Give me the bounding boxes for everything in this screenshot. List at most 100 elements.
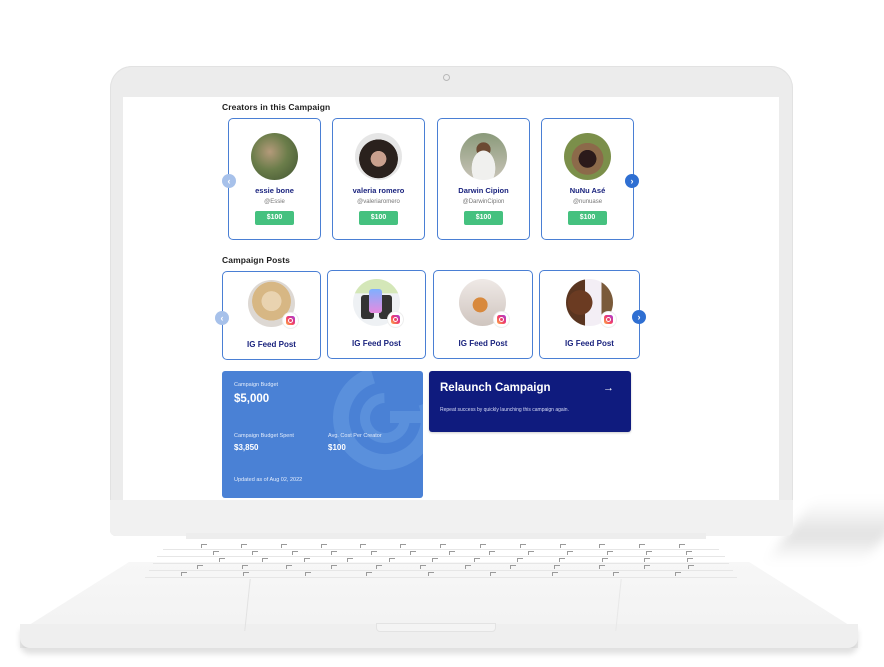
budget-spent-label: Campaign Budget Spent [234,433,294,439]
key [644,558,650,562]
key [599,565,605,569]
relaunch-campaign-button[interactable]: Relaunch Campaign → Repeat success by qu… [429,371,631,432]
key [261,558,268,562]
creators-next-button[interactable]: › [625,174,639,188]
creator-price-button[interactable]: $100 [255,211,294,225]
creator-price-button[interactable]: $100 [359,211,398,225]
key [488,551,495,555]
keyboard-row [145,570,737,578]
creator-name: essie bone [255,186,294,195]
arrow-right-icon: → [603,382,614,394]
key [409,551,416,555]
key [360,544,367,548]
key [643,565,650,569]
key [197,565,203,569]
creator-avatar [355,133,402,180]
budget-spent-value: $3,850 [234,443,259,452]
updated-timestamp: Updated as of Aug 02, 2022 [234,477,303,483]
key [252,551,259,555]
chevron-right-icon: › [630,176,634,186]
key [181,572,187,576]
key [474,558,480,562]
key [320,544,327,548]
instagram-icon [494,312,509,327]
key [213,551,219,555]
key [242,572,249,576]
creator-name: valeria romero [352,186,405,195]
creator-avatar [460,133,507,180]
key [559,558,565,562]
key [509,565,516,569]
creator-handle: @Essie [264,199,285,205]
chevron-left-icon: ‹ [220,313,224,323]
key [219,558,225,562]
key [519,544,526,548]
creator-card[interactable]: valeria romero @valeriaromero $100 [332,118,425,240]
budget-value: $5,000 [234,393,270,405]
post-label: IG Feed Post [565,339,614,348]
avg-cost-label: Avg. Cost Per Creator [328,433,382,439]
key [601,558,608,562]
key [489,572,496,576]
creator-name: Darwin Cipion [458,186,509,195]
avg-cost-value: $100 [328,443,346,452]
post-label: IG Feed Post [247,340,296,349]
post-card[interactable]: IG Feed Post [539,270,640,359]
key [516,558,523,562]
key [599,544,606,548]
creator-card[interactable]: NuNu Asé @nunuase $100 [541,118,634,240]
key [686,558,693,562]
key [331,565,337,569]
creator-price-button[interactable]: $100 [464,211,503,225]
key [428,572,435,576]
creator-name: NuNu Asé [569,186,606,195]
key [449,551,456,555]
relaunch-description: Repeat success by quickly launching this… [440,407,569,413]
creator-handle: @DarwinCipion [462,199,505,205]
key [528,551,535,555]
key [685,551,692,555]
posts-next-button[interactable]: › [632,310,646,324]
creator-handle: @nunuase [572,199,603,205]
key [370,551,377,555]
post-card[interactable]: IG Feed Post [222,271,321,360]
key [679,544,686,548]
key [613,572,620,576]
post-label: IG Feed Post [352,339,401,348]
key [431,558,438,562]
instagram-icon [388,312,403,327]
key [688,565,695,569]
key [639,544,646,548]
key [559,544,566,548]
key [389,558,395,562]
key [606,551,613,555]
creator-avatar [251,133,298,180]
key [280,544,287,548]
key [304,572,311,576]
laptop-bezel-bottom [110,500,793,536]
key [286,565,293,569]
key [567,551,574,555]
creator-handle: @valeriaromero [357,199,400,205]
creator-card[interactable]: essie bone @Essie $100 [228,118,321,240]
key [241,565,248,569]
post-label: IG Feed Post [458,339,508,348]
key [479,544,486,548]
post-card[interactable]: IG Feed Post [433,270,533,359]
key [375,565,382,569]
key [240,544,247,548]
creator-card[interactable]: Darwin Cipion @DarwinCipion $100 [437,118,530,240]
creator-avatar [564,133,611,180]
brand-logo-watermark [333,371,423,470]
creators-section-title: Creators in this Campaign [222,102,331,112]
posts-prev-button[interactable]: ‹ [215,311,229,325]
instagram-icon [283,313,298,328]
key [420,565,427,569]
chevron-left-icon: ‹ [227,176,231,186]
relaunch-title: Relaunch Campaign [440,382,551,394]
creator-price-button[interactable]: $100 [568,211,607,225]
post-card[interactable]: IG Feed Post [327,270,426,359]
creators-prev-button[interactable]: ‹ [222,174,236,188]
webcam-icon [443,74,450,81]
key [346,558,353,562]
